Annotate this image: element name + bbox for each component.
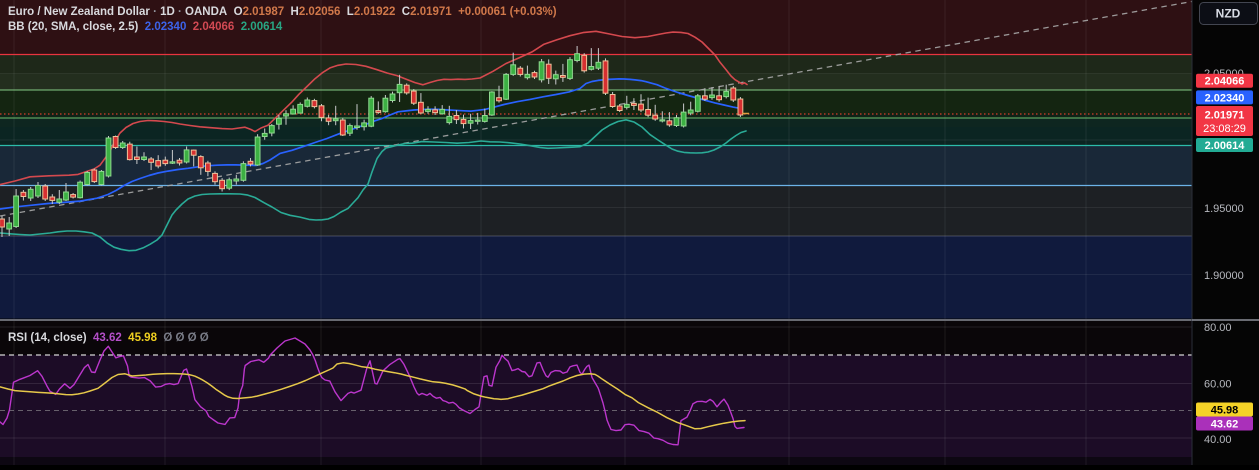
svg-text:NZD: NZD: [1216, 7, 1241, 21]
svg-text:RSI (14, close) 43.62 45.98: RSI (14, close) 43.62 45.98 Ø Ø Ø Ø: [8, 332, 209, 344]
svg-text:60.00: 60.00: [1204, 379, 1232, 391]
svg-text:1.95000: 1.95000: [1204, 203, 1244, 215]
svg-text:80.00: 80.00: [1204, 322, 1232, 334]
svg-text:BB (20, SMA, close, 2.5) 2.02: BB (20, SMA, close, 2.5) 2.02340 2.04066…: [8, 21, 283, 33]
svg-text:43.62: 43.62: [1211, 419, 1239, 431]
svg-text:Euro / New Zealand Dollar · 1D: Euro / New Zealand Dollar · 1D · OANDA O…: [8, 6, 557, 18]
svg-text:45.98: 45.98: [1211, 405, 1239, 417]
svg-text:2.01971: 2.01971: [1205, 110, 1245, 122]
svg-text:1.90000: 1.90000: [1204, 270, 1244, 282]
svg-text:2.02340: 2.02340: [1205, 92, 1245, 104]
svg-text:40.00: 40.00: [1204, 434, 1232, 446]
svg-text:2.00614: 2.00614: [1205, 140, 1246, 152]
svg-text:2.04066: 2.04066: [1205, 76, 1245, 88]
svg-text:23:08:29: 23:08:29: [1203, 123, 1246, 135]
